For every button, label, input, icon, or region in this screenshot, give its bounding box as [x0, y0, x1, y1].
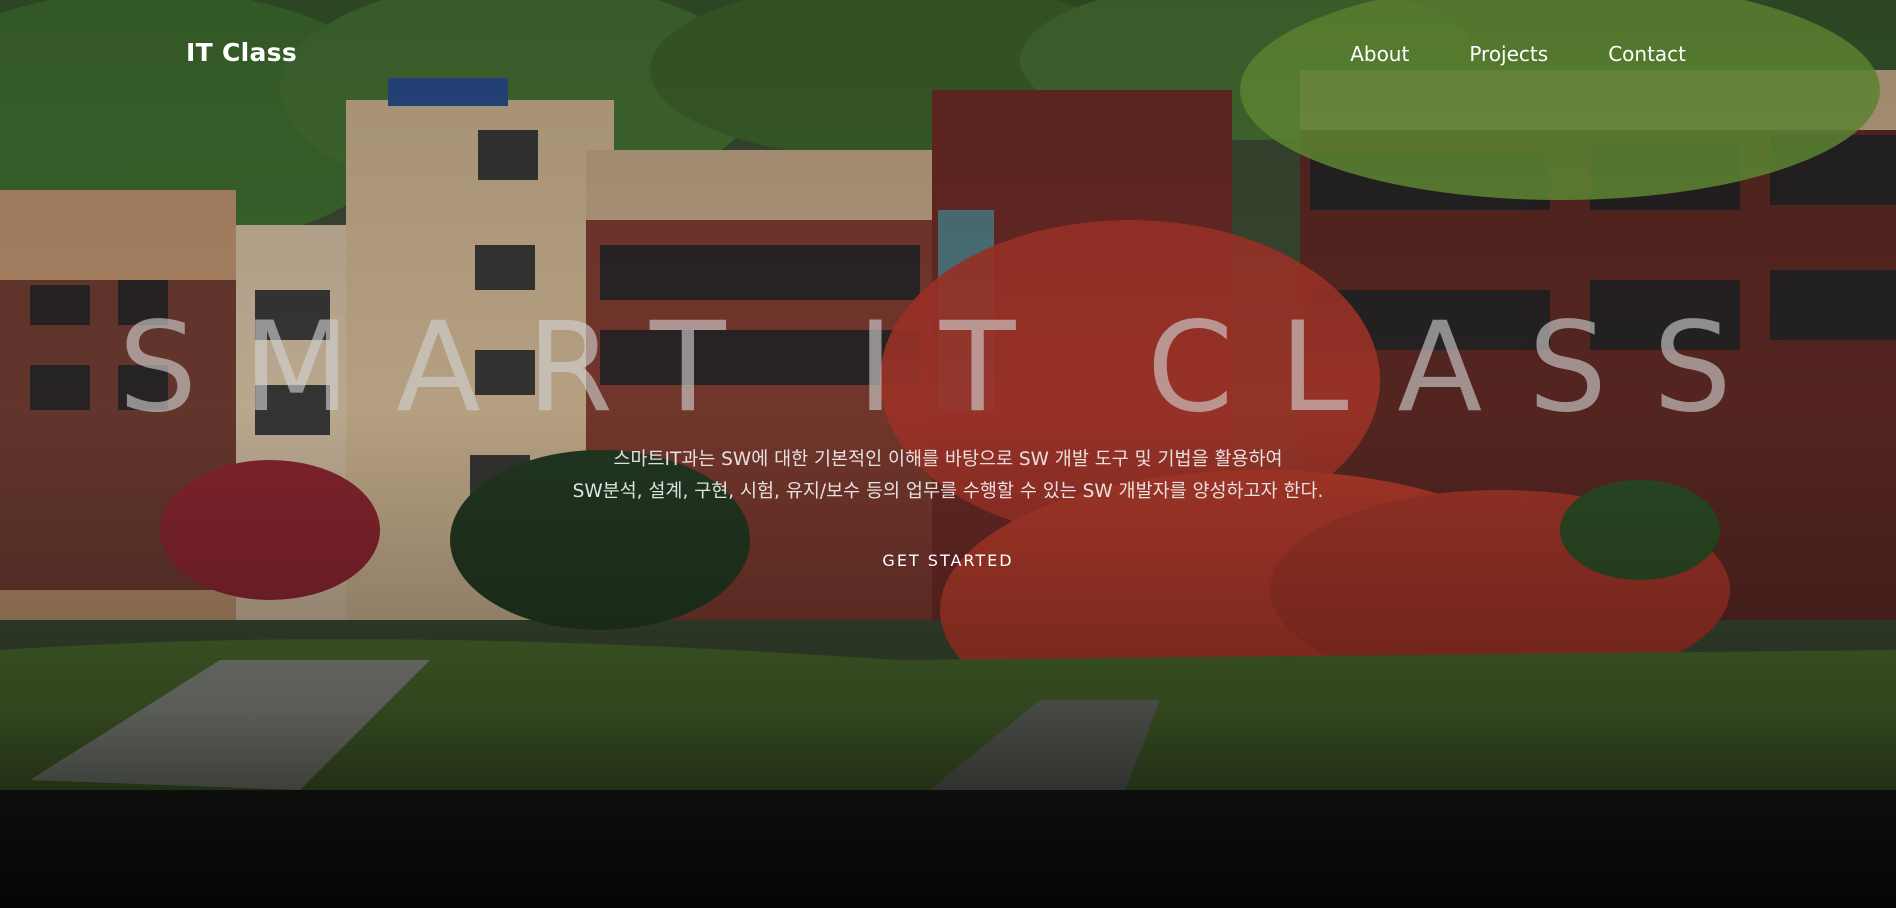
nav-link-contact[interactable]: Contact	[1608, 42, 1686, 66]
nav-link-projects[interactable]: Projects	[1469, 42, 1548, 66]
navbar: IT Class About Projects Contact	[0, 0, 1896, 110]
cta-container: GET STARTED	[0, 551, 1896, 570]
nav-link-about[interactable]: About	[1350, 42, 1409, 66]
nav-links: About Projects Contact	[1350, 42, 1686, 66]
hero-description-line-2: SW분석, 설계, 구현, 시험, 유지/보수 등의 업무를 수행할 수 있는 …	[572, 481, 1324, 502]
get-started-button[interactable]: GET STARTED	[882, 551, 1013, 570]
hero-title: SMART IT CLASS	[118, 296, 1778, 440]
brand-logo-link[interactable]: IT Class	[186, 38, 297, 67]
hero-description: 스마트IT과는 SW에 대한 기본적인 이해를 바탕으로 SW 개발 도구 및 …	[0, 444, 1896, 508]
hero-description-line-1: 스마트IT과는 SW에 대한 기본적인 이해를 바탕으로 SW 개발 도구 및 …	[613, 449, 1283, 470]
hero-section: IT Class About Projects Contact SMART IT…	[0, 0, 1896, 908]
